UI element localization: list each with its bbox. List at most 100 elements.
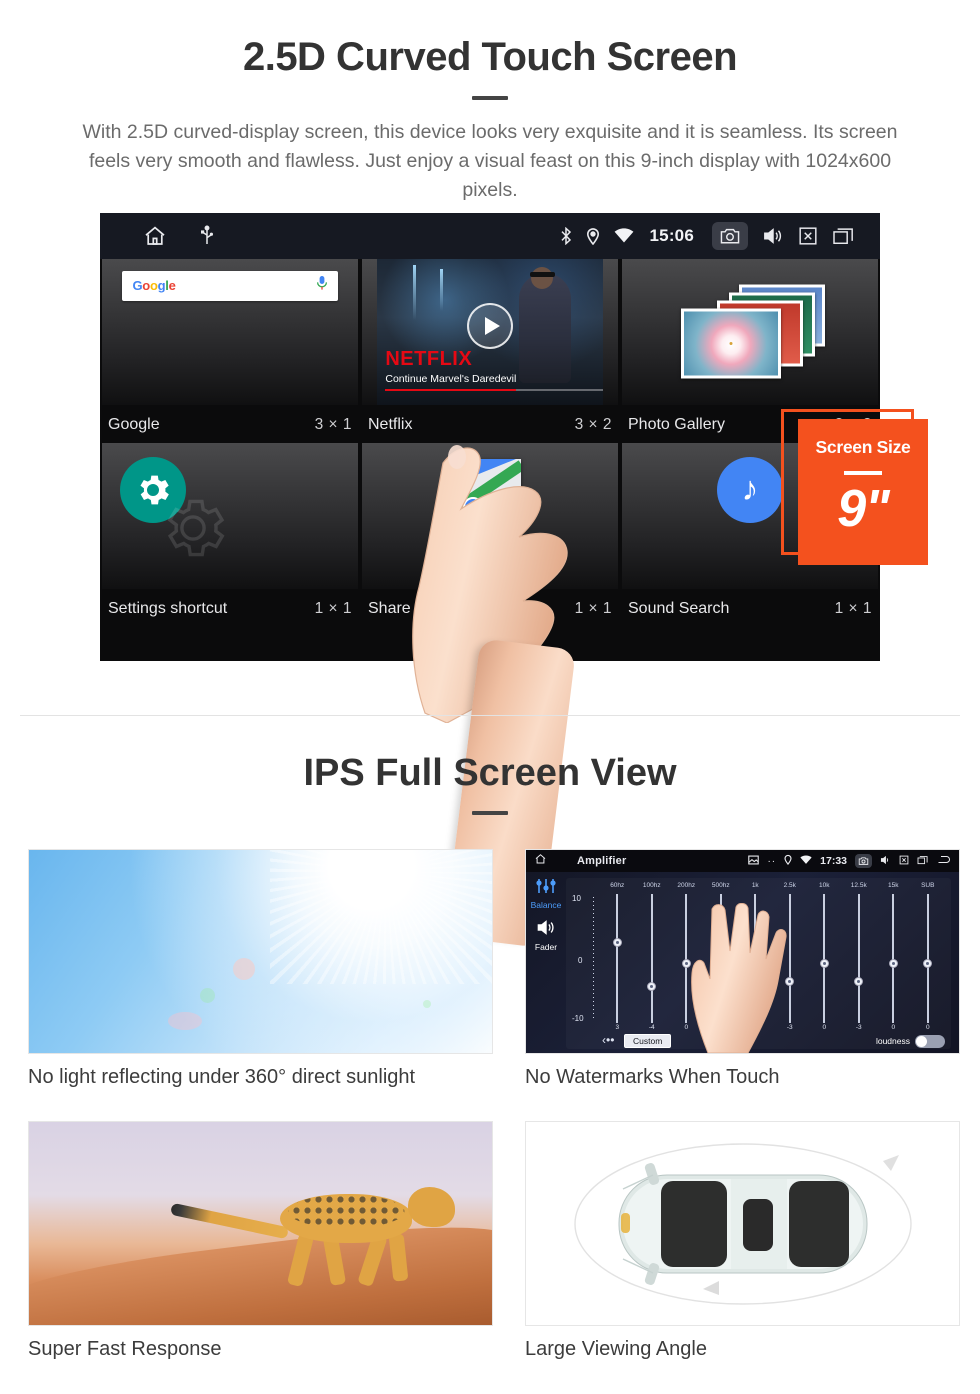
settings-widget — [102, 442, 358, 589]
android-head-unit-screenshot: 15:06 Google Google 3 × 1 NETFLIX Contin… — [100, 212, 880, 661]
feature-caption: Super Fast Response — [28, 1338, 222, 1360]
eq-band-labels: 60hz 100hz 200hz 500hz 1k 2.5k 10k 12.5k… — [600, 882, 945, 891]
google-search-input[interactable]: Google — [122, 270, 338, 301]
camera-icon[interactable] — [712, 221, 748, 250]
prev-preset-icon[interactable]: ‹•• — [602, 1033, 614, 1047]
section-curved-touch-screen: 2.5D Curved Touch Screen With 2.5D curve… — [0, 0, 980, 948]
widget-caption: Sound Search 1 × 1 — [622, 596, 878, 622]
preset-button[interactable]: Custom — [624, 1034, 672, 1048]
widget-cell-netflix[interactable]: NETFLIX Continue Marvel's Daredevil Netf… — [362, 258, 618, 442]
widget-size: 3 × 1 — [314, 415, 352, 433]
feature-caption: Large Viewing Angle — [525, 1338, 707, 1360]
sunlight-sky-photo — [28, 849, 493, 1054]
close-box-icon[interactable] — [798, 226, 818, 246]
back-icon[interactable] — [937, 852, 951, 870]
loudness-control[interactable]: loudness — [875, 1034, 945, 1048]
eq-slider-knob[interactable] — [647, 981, 657, 991]
eq-band-label: 500hz — [711, 882, 730, 889]
loudness-toggle[interactable] — [915, 1034, 945, 1048]
volume-icon[interactable] — [880, 852, 891, 870]
widget-picker-grid: Google Google 3 × 1 NETFLIX Continue Mar… — [100, 258, 880, 661]
eq-scale-mid: 0 — [578, 955, 583, 965]
close-box-icon[interactable] — [899, 852, 909, 870]
amplifier-status-bar: Amplifier ·· 17:33 — [526, 850, 959, 872]
eq-slider — [600, 894, 635, 1023]
widget-name: Photo Gallery — [628, 415, 725, 433]
sidebar-item-fader[interactable]: Fader — [526, 942, 566, 952]
amplifier-clock: 17:33 — [820, 855, 847, 867]
open-hand-illustration — [691, 902, 787, 1053]
location-pin-icon — [784, 852, 792, 870]
mic-icon[interactable] — [316, 275, 328, 296]
eq-slider — [807, 894, 842, 1023]
screen-size-value: 9" — [837, 479, 890, 538]
feature-card-fast-response: Super Fast Response — [28, 1121, 493, 1361]
widget-size: 3 × 2 — [574, 415, 612, 433]
netflix-logo: NETFLIX — [385, 347, 473, 370]
eq-slider — [842, 894, 877, 1023]
eq-slider-knob[interactable] — [854, 976, 864, 986]
feature-caption: No light reflecting under 360° direct su… — [28, 1066, 416, 1088]
sliders-icon[interactable] — [526, 878, 566, 899]
speaker-icon[interactable] — [526, 919, 566, 941]
eq-slider-knob[interactable] — [612, 937, 622, 947]
widget-cell-google[interactable]: Google Google 3 × 1 — [102, 258, 358, 442]
status-bar: 15:06 — [100, 212, 880, 259]
eq-scale-max: 10 — [572, 894, 581, 903]
eq-band-value: -4 — [648, 1024, 655, 1031]
camera-icon[interactable] — [855, 854, 872, 868]
eq-slider-knob[interactable] — [923, 958, 933, 968]
wifi-icon — [614, 227, 634, 244]
play-icon[interactable] — [467, 302, 513, 349]
widget-row-2: Settings shortcut 1 × 1 G Share location… — [100, 442, 880, 626]
google-maps-icon: G — [459, 458, 521, 521]
volume-icon[interactable] — [762, 226, 784, 246]
feature-card-viewing-angle: Large Viewing Angle — [525, 1121, 960, 1361]
eq-band-value: -3 — [855, 1024, 862, 1031]
wifi-icon — [800, 852, 812, 870]
eq-band-label: 60hz — [610, 882, 625, 889]
widget-caption: Settings shortcut 1 × 1 — [102, 596, 358, 622]
eq-slider — [911, 894, 946, 1023]
widget-name: Sound Search — [628, 599, 730, 617]
widget-caption: Netflix 3 × 2 — [362, 412, 618, 438]
gear-icon-watermark — [156, 491, 230, 570]
usb-icon — [200, 225, 214, 247]
recent-apps-icon[interactable] — [832, 226, 856, 246]
eq-band-value: 0 — [822, 1024, 827, 1031]
sidebar-item-balance[interactable]: Balance — [526, 900, 566, 910]
eq-band-label: 200hz — [677, 882, 696, 889]
page-dot-1[interactable] — [446, 651, 470, 655]
widget-cell-settings-shortcut[interactable]: Settings shortcut 1 × 1 — [102, 442, 358, 626]
home-icon[interactable] — [142, 224, 168, 248]
netflix-progress-bar — [385, 388, 603, 391]
section2-title: IPS Full Screen View — [303, 752, 677, 794]
eq-band-label: 100hz — [642, 882, 661, 889]
eq-slider-knob[interactable] — [888, 958, 898, 968]
eq-slider — [876, 894, 911, 1023]
widget-cell-share-location[interactable]: G Share location 1 × 1 — [362, 442, 618, 626]
more-icon: ·· — [767, 855, 777, 867]
status-bar-clock: 15:06 — [649, 225, 694, 245]
car-top-view-illustration — [525, 1121, 960, 1326]
page-title: 2.5D Curved Touch Screen — [242, 35, 738, 79]
gallery-icon — [748, 852, 760, 870]
bluetooth-icon — [560, 226, 572, 245]
widget-name: Share location — [368, 599, 471, 617]
eq-band-label: 10k — [819, 882, 830, 889]
photo-stack-icon — [675, 284, 825, 379]
widget-name: Google — [108, 415, 160, 433]
eq-band-label: 1k — [751, 882, 759, 889]
amplifier-equalizer-screenshot: Amplifier ·· 17:33 Balance Fader 60hz 10… — [525, 849, 960, 1054]
loudness-label: loudness — [875, 1036, 910, 1046]
eq-slider-knob[interactable] — [819, 958, 829, 968]
product-feature-page: 2.5D Curved Touch Screen With 2.5D curve… — [0, 0, 980, 1394]
eq-band-value: 0 — [891, 1024, 896, 1031]
recent-apps-icon[interactable] — [917, 852, 929, 870]
netflix-widget: NETFLIX Continue Marvel's Daredevil — [362, 258, 618, 405]
widget-caption: Share location 1 × 1 — [362, 596, 618, 622]
amplifier-sidebar: Balance Fader — [526, 872, 566, 1053]
home-icon[interactable] — [534, 852, 547, 870]
eq-scale-min: -10 — [572, 1014, 584, 1023]
eq-scale: 10 0 -10 — [572, 894, 600, 1023]
